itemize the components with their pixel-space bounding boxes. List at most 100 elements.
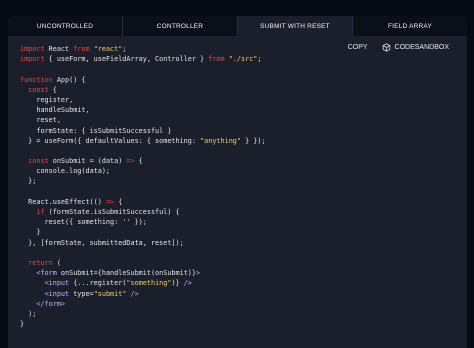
code-line: } bbox=[20, 319, 266, 329]
code-token: console.log(data); bbox=[20, 167, 111, 176]
code-token: onSubmit = (data) bbox=[48, 157, 127, 166]
code-token: "anything" bbox=[200, 136, 241, 145]
tab-field-array[interactable]: FIELD ARRAY bbox=[353, 16, 467, 36]
code-line: formState: { isSubmitSuccessful } bbox=[20, 126, 266, 136]
code-token: type= bbox=[69, 289, 94, 298]
tab-uncontrolled[interactable]: UNCONTROLLED bbox=[8, 16, 123, 36]
code-token: "something" bbox=[126, 279, 172, 288]
code-token: ); bbox=[20, 309, 37, 318]
code-token: if bbox=[36, 208, 45, 216]
code-token: <form bbox=[36, 269, 57, 278]
code-token: from bbox=[73, 45, 90, 53]
code-token: handleSubmit, bbox=[20, 106, 90, 115]
code-line: ​ bbox=[20, 146, 266, 156]
code-token: reset, bbox=[20, 116, 61, 125]
code-line: handleSubmit, bbox=[20, 105, 266, 115]
code-token: { bbox=[134, 157, 143, 166]
code-example-panel: UNCONTROLLED CONTROLLER SUBMIT WITH RESE… bbox=[8, 16, 467, 348]
code-token: } bbox=[20, 320, 25, 329]
code-line: <form onSubmit={handleSubmit(onSubmit)}> bbox=[20, 268, 266, 278]
code-block: import React from "react"; import { useFo… bbox=[20, 44, 266, 329]
code-token: from bbox=[208, 55, 225, 64]
code-token: <input bbox=[44, 289, 70, 298]
code-line: ​ bbox=[20, 187, 266, 197]
code-line: <input type="submit" /> bbox=[20, 289, 266, 299]
code-token: App() { bbox=[52, 75, 86, 84]
code-token: function bbox=[20, 75, 53, 84]
code-token: onSubmit={handleSubmit(onSubmit)} bbox=[56, 269, 196, 278]
tab-submit-with-reset[interactable]: SUBMIT WITH RESET bbox=[238, 16, 353, 36]
code-token: } = useForm({ defaultValues: { something… bbox=[20, 136, 201, 145]
code-token: React bbox=[44, 45, 74, 53]
code-token: React.useEffect(() bbox=[20, 197, 106, 206]
code-token: reset({ something: bbox=[20, 218, 123, 227]
code-line: } = useForm({ defaultValues: { something… bbox=[20, 136, 266, 146]
code-token: const bbox=[28, 85, 49, 94]
code-token: } bbox=[20, 228, 41, 237]
code-token: /> bbox=[183, 279, 192, 288]
code-token: register, bbox=[20, 95, 74, 104]
code-line: }; bbox=[20, 176, 266, 186]
code-line: ); bbox=[20, 309, 266, 319]
code-line: <input {...register("something")} /> bbox=[20, 278, 266, 288]
code-token: formState: { isSubmitSuccessful } bbox=[20, 126, 172, 135]
code-token: "./src" bbox=[228, 55, 258, 64]
code-line: reset, bbox=[20, 115, 266, 125]
codesandbox-button[interactable]: CODESANDBOX bbox=[382, 43, 449, 52]
code-token: { bbox=[114, 197, 123, 206]
code-token: ( bbox=[52, 258, 61, 267]
code-line: import { useForm, useFieldArray, Control… bbox=[20, 54, 266, 64]
codesandbox-label: CODESANDBOX bbox=[394, 44, 449, 51]
code-token: import bbox=[20, 55, 45, 64]
code-token: => bbox=[105, 197, 115, 206]
code-token: > bbox=[195, 269, 201, 278]
code-line: ​ bbox=[20, 248, 266, 258]
code-line: ​ bbox=[20, 64, 266, 74]
code-token: const bbox=[28, 157, 49, 166]
code-line: reset({ something: '' }); bbox=[20, 217, 266, 227]
code-token: return bbox=[28, 258, 53, 267]
tab-bar: UNCONTROLLED CONTROLLER SUBMIT WITH RESE… bbox=[8, 16, 467, 36]
code-token: { bbox=[48, 85, 57, 94]
code-line: }, [formState, submittedData, reset]); bbox=[20, 238, 266, 248]
code-token: { useForm, useFieldArray, Controller } bbox=[44, 55, 209, 64]
code-token: /> bbox=[130, 289, 139, 298]
code-token: } }); bbox=[240, 136, 266, 145]
code-line: return ( bbox=[20, 258, 266, 268]
codesandbox-icon bbox=[382, 43, 390, 52]
code-line: const onSubmit = (data) => { bbox=[20, 156, 266, 166]
tab-controller[interactable]: CONTROLLER bbox=[123, 16, 238, 36]
code-token: }); bbox=[130, 218, 147, 227]
code-line: register, bbox=[20, 95, 266, 105]
code-actions: COPY CODESANDBOX bbox=[348, 43, 449, 52]
code-token: )} bbox=[171, 279, 184, 288]
copy-button[interactable]: COPY bbox=[348, 44, 368, 51]
code-token: "submit" bbox=[93, 289, 127, 298]
code-token: </form> bbox=[36, 299, 66, 308]
code-token: {...register( bbox=[69, 279, 127, 288]
code-token: import bbox=[20, 45, 45, 53]
code-token: (formState.isSubmitSuccessful) { bbox=[44, 208, 180, 216]
code-line: React.useEffect(() => { bbox=[20, 197, 266, 207]
code-token: '' bbox=[122, 218, 131, 227]
code-token: ; bbox=[122, 45, 127, 53]
code-line: function App() { bbox=[20, 75, 266, 85]
code-token: <input bbox=[44, 279, 70, 288]
code-line: const { bbox=[20, 85, 266, 95]
code-line: if (formState.isSubmitSuccessful) { bbox=[20, 207, 266, 217]
code-line: console.log(data); bbox=[20, 166, 266, 176]
code-token: ; bbox=[257, 55, 262, 64]
code-token: }, [formState, submittedData, reset]); bbox=[20, 238, 184, 247]
code-token: => bbox=[126, 157, 135, 166]
code-line: import React from "react"; bbox=[20, 44, 266, 54]
code-token: "react" bbox=[93, 45, 123, 53]
code-line: } bbox=[20, 227, 266, 237]
